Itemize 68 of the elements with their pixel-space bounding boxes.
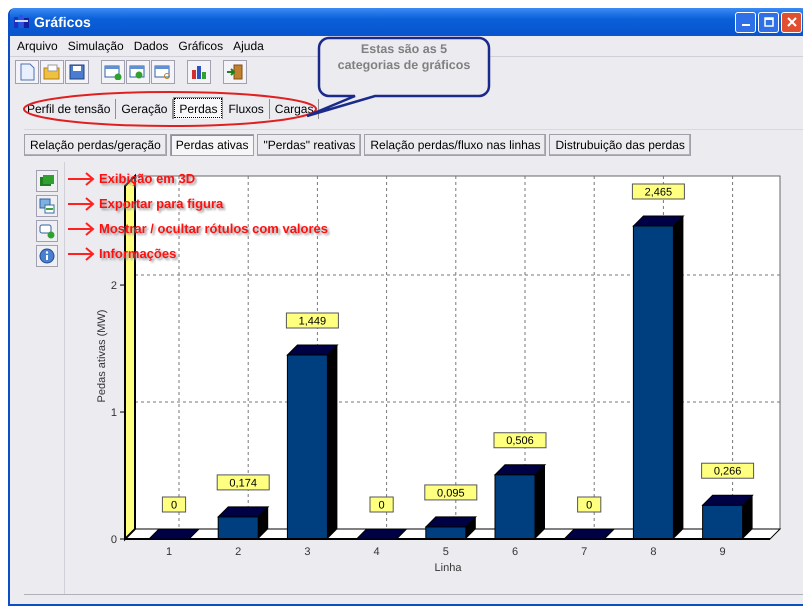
x-tick-label: 6 [512, 546, 518, 558]
minimize-icon [742, 24, 750, 26]
x-axis-title: Linha [434, 562, 462, 574]
info-button[interactable] [36, 245, 58, 267]
x-tick-label: 3 [304, 546, 310, 558]
data-label: 0,174 [229, 477, 257, 490]
data-label: 0,095 [437, 487, 465, 500]
window-add-icon[interactable] [126, 60, 150, 84]
x-tick-label: 1 [166, 546, 172, 558]
y-tick-label: 1 [110, 407, 117, 420]
chart-tab[interactable]: Relação perdas/geração [24, 134, 167, 156]
x-tick-label: 7 [581, 546, 588, 558]
menu-item[interactable]: Ajuda [228, 39, 269, 53]
chart-tab[interactable]: Distrubuição das perdas [549, 134, 691, 156]
value-label: 0,095 [424, 484, 478, 500]
data-label: 0 [378, 500, 385, 512]
save-icon[interactable] [65, 60, 89, 84]
value-label: 0 [577, 496, 602, 512]
chart-tab[interactable]: "Perdas" reativas [257, 134, 362, 156]
table-add-icon[interactable] [101, 60, 125, 84]
data-label: 0 [586, 500, 592, 512]
new-file-icon[interactable] [15, 60, 39, 84]
value-label: 0,506 [494, 432, 546, 448]
value-label: 2,465 [632, 184, 685, 200]
stacked-squares-icon [39, 174, 55, 188]
y-axis-title: Pedas ativas (MW) [96, 310, 108, 402]
3d-view-button[interactable] [36, 170, 58, 192]
data-label: 0,266 [714, 466, 742, 478]
x-tick-label: 8 [650, 546, 656, 558]
callout-text: Estas são as 5 categorias de gráficos [336, 41, 472, 73]
window-title: Gráficos [34, 14, 92, 30]
label-toggle-button[interactable] [36, 220, 58, 242]
menu-item[interactable]: Arquivo [12, 39, 63, 53]
data-label: 0,506 [506, 435, 534, 448]
category-tab[interactable]: Perdas [173, 97, 224, 119]
maximize-button[interactable] [758, 12, 779, 32]
value-label: 0,174 [216, 474, 270, 490]
x-tick-label: 9 [720, 546, 726, 558]
chart-tab[interactable]: Perdas ativas [170, 134, 254, 156]
annotation-arrow [67, 197, 95, 211]
value-label: 0,266 [701, 462, 754, 479]
maximize-icon [764, 17, 774, 27]
close-button[interactable] [781, 12, 802, 32]
exit-door-icon[interactable] [223, 60, 247, 84]
menu-item[interactable]: Simulação [62, 39, 129, 53]
data-label: 1,449 [298, 316, 326, 328]
bar-chart-icon[interactable] [187, 60, 211, 84]
table-search-icon[interactable] [151, 60, 175, 84]
y-tick-label: 0 [110, 534, 117, 546]
annotation-arrow [67, 247, 95, 261]
y-tick-label: 2 [110, 280, 117, 292]
x-tick-label: 4 [374, 546, 380, 558]
menu-item[interactable]: Gráficos [173, 39, 228, 53]
chart-tab[interactable]: Relação perdas/fluxo nas linhas [364, 134, 546, 156]
x-tick-label: 5 [442, 546, 449, 558]
x-tick-label: 2 [235, 546, 242, 558]
annotation-arrow [67, 222, 95, 236]
minimize-button[interactable] [735, 12, 756, 32]
data-label: 0 [170, 500, 178, 512]
menu-item[interactable]: Dados [128, 39, 174, 53]
close-icon [786, 17, 796, 27]
value-label: 0 [162, 496, 186, 512]
value-label: 0 [370, 496, 394, 512]
export-image-button[interactable] [36, 195, 58, 217]
data-label: 2,465 [644, 186, 672, 198]
annotation-arrow [67, 172, 95, 186]
app-icon [14, 15, 30, 29]
value-label: 1,449 [286, 312, 339, 328]
